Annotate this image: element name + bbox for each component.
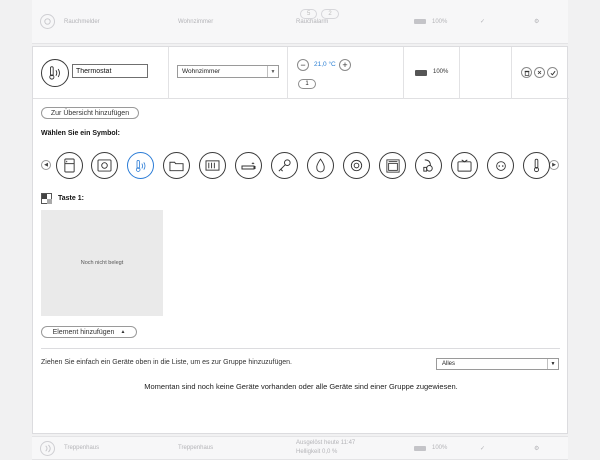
- divider: [459, 47, 460, 99]
- battery-icon: [414, 19, 426, 24]
- drop-icon[interactable]: [307, 152, 334, 179]
- device-edit-panel: Wohnzimmer ▼ − 21,0 °C + 1 100% Zur Über…: [32, 46, 569, 434]
- battery-value: 100%: [433, 69, 449, 75]
- smoke-icon[interactable]: [235, 152, 262, 179]
- divider: [41, 348, 560, 349]
- smoke-detector-icon: [40, 14, 55, 29]
- device-row-treppenhaus[interactable]: Treppenhaus Treppenhaus Ausgelöst heute …: [32, 436, 568, 460]
- vacuum-icon[interactable]: [415, 152, 442, 179]
- gear-icon[interactable]: ⚙: [534, 0, 539, 43]
- drag-hint-text: Ziehen Sie einfach ein Geräte oben in di…: [41, 359, 292, 366]
- device-row-rauchmelder[interactable]: Rauchmelder Wohnzimmer Rauchalarm 5 2 10…: [32, 0, 568, 44]
- add-element-label: Element hinzufügen: [52, 328, 115, 336]
- battery-value: 100%: [432, 445, 448, 451]
- device-room: Wohnzimmer: [178, 18, 214, 25]
- temperature-decrease-button[interactable]: −: [297, 59, 309, 71]
- device-brightness: Helligkeit 0,0 %: [296, 449, 338, 455]
- room-select[interactable]: Wohnzimmer ▼: [177, 65, 279, 78]
- gear-icon[interactable]: ⚙: [534, 437, 539, 459]
- key-slot[interactable]: Noch nicht belegt: [41, 210, 163, 316]
- motion-sensor-icon: [40, 440, 55, 456]
- temperature-value: 21,0 °C: [314, 61, 336, 68]
- room-select-value: Wohnzimmer: [182, 68, 221, 75]
- key-layout-icon: [41, 193, 52, 204]
- check-icon: [550, 70, 555, 76]
- device-status: Ausgelöst heute 11:47: [296, 440, 356, 446]
- trash-icon: [524, 70, 529, 76]
- value-pill[interactable]: 2: [321, 8, 339, 19]
- mode-pill-button[interactable]: 1: [298, 79, 316, 89]
- value-pill[interactable]: 5: [300, 8, 318, 19]
- battery-value: 100%: [432, 18, 448, 25]
- thermometer-icon[interactable]: [523, 152, 550, 179]
- thermostat-icon: [41, 59, 69, 87]
- check-icon: ✓: [480, 19, 486, 25]
- tv-icon[interactable]: [451, 152, 478, 179]
- thermostat-icon[interactable]: [127, 152, 154, 179]
- choose-symbol-label: Wählen Sie ein Symbol:: [41, 130, 120, 137]
- delete-button[interactable]: [521, 67, 532, 78]
- safe-icon[interactable]: [91, 152, 118, 179]
- filter-select[interactable]: Alles ▼: [436, 358, 559, 370]
- confirm-button[interactable]: [547, 67, 558, 78]
- divider: [168, 47, 169, 99]
- divider: [403, 47, 404, 99]
- device-room: Treppenhaus: [178, 445, 214, 451]
- add-to-overview-button[interactable]: Zur Übersicht hinzufügen: [41, 107, 139, 119]
- device-name: Treppenhaus: [64, 445, 100, 451]
- battery-icon: [414, 445, 426, 451]
- folder-icon[interactable]: [163, 152, 190, 179]
- divider: [287, 47, 288, 99]
- symbols-prev-button[interactable]: ◀: [41, 160, 51, 170]
- battery-icon: [415, 70, 427, 76]
- key-icon[interactable]: [271, 152, 298, 179]
- add-element-button[interactable]: Element hinzufügen ▲: [41, 326, 137, 338]
- chevron-down-icon: ▼: [267, 66, 278, 77]
- device-edit-row: Wohnzimmer ▼ − 21,0 °C + 1 100%: [33, 47, 569, 99]
- symbols-next-button[interactable]: ▶: [549, 160, 559, 170]
- cancel-button[interactable]: [534, 67, 545, 78]
- divider: [511, 47, 512, 99]
- plug-icon[interactable]: [487, 152, 514, 179]
- empty-state-text: Momentan sind noch keine Geräte vorhande…: [144, 382, 458, 391]
- radiator-icon[interactable]: [199, 152, 226, 179]
- oven-icon[interactable]: [379, 152, 406, 179]
- fridge-icon[interactable]: [56, 152, 83, 179]
- device-name: Rauchmelder: [64, 18, 100, 25]
- chevron-up-icon: ▲: [120, 329, 126, 335]
- chevron-down-icon: ▼: [547, 359, 558, 369]
- key-label: Taste 1:: [58, 195, 84, 202]
- temperature-increase-button[interactable]: +: [339, 59, 351, 71]
- check-icon: ✓: [480, 445, 486, 452]
- close-icon: [537, 70, 542, 75]
- filter-select-value: Alles: [442, 361, 456, 367]
- key-placeholder: Noch nicht belegt: [80, 260, 124, 266]
- device-name-input[interactable]: [72, 64, 148, 78]
- sensor-icon[interactable]: [343, 152, 370, 179]
